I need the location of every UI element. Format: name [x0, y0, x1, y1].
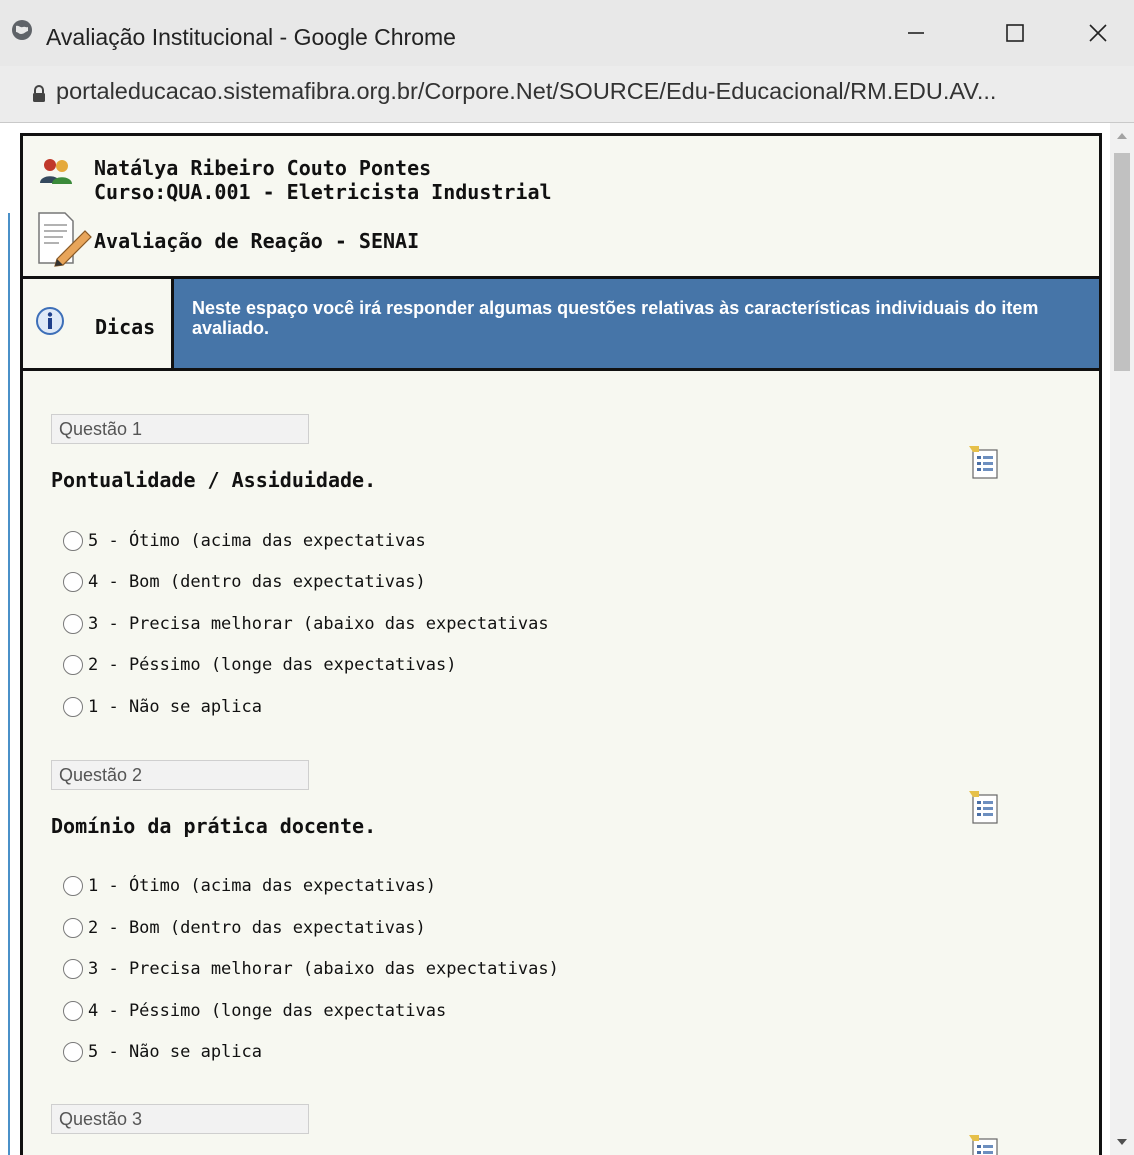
- scroll-down-button[interactable]: [1110, 1129, 1134, 1155]
- scroll-up-button[interactable]: [1110, 123, 1134, 149]
- chevron-down-icon: [1117, 1139, 1127, 1145]
- student-name: Natálya Ribeiro Couto Pontes: [94, 156, 432, 180]
- page-viewport: Natálya Ribeiro Couto Pontes Curso:QUA.0…: [0, 123, 1134, 1155]
- maximize-button[interactable]: [985, 12, 1045, 54]
- question-2-title: Domínio da prática docente.: [51, 814, 377, 838]
- question-list-icon[interactable]: [967, 1133, 1003, 1155]
- form-header: Natálya Ribeiro Couto Pontes Curso:QUA.0…: [23, 136, 1099, 279]
- option-label: 3 - Precisa melhorar (abaixo das expecta…: [88, 959, 559, 979]
- question-2-option-3[interactable]: 3 - Precisa melhorar (abaixo das expecta…: [63, 959, 559, 979]
- browser-titlebar: Avaliação Institucional - Google Chrome: [0, 0, 1134, 66]
- minimize-icon: [908, 32, 924, 34]
- minimize-button[interactable]: [886, 12, 946, 54]
- radio-button[interactable]: [63, 1042, 83, 1062]
- tips-label-cell: Dicas: [23, 279, 174, 368]
- users-icon: [40, 159, 72, 184]
- url-text[interactable]: portaleducacao.sistemafibra.org.br/Corpo…: [56, 78, 996, 105]
- option-label: 5 - Não se aplica: [88, 1042, 262, 1062]
- radio-button[interactable]: [63, 918, 83, 938]
- address-bar[interactable]: portaleducacao.sistemafibra.org.br/Corpo…: [0, 66, 1134, 123]
- question-list-icon[interactable]: [967, 789, 1003, 827]
- question-1-option-4[interactable]: 2 - Péssimo (longe das expectativas): [63, 655, 456, 675]
- tips-label: Dicas: [95, 315, 156, 339]
- left-edge-line: [8, 213, 10, 1155]
- question-list-icon[interactable]: [967, 444, 1003, 482]
- question-2-option-5[interactable]: 5 - Não se aplica: [63, 1042, 262, 1062]
- question-2-option-2[interactable]: 2 - Bom (dentro das expectativas): [63, 918, 426, 938]
- question-1-title: Pontualidade / Assiduidade.: [51, 468, 377, 492]
- question-1-option-3[interactable]: 3 - Precisa melhorar (abaixo das expecta…: [63, 614, 549, 634]
- question-2-label: Questão 2: [51, 760, 309, 790]
- radio-button[interactable]: [63, 1001, 83, 1021]
- radio-button[interactable]: [63, 876, 83, 896]
- option-label: 2 - Bom (dentro das expectativas): [88, 918, 426, 938]
- close-icon: [1089, 24, 1107, 42]
- option-label: 5 - Ótimo (acima das expectativas: [88, 531, 426, 551]
- window-title: Avaliação Institucional - Google Chrome: [46, 24, 456, 50]
- radio-button[interactable]: [63, 572, 83, 592]
- option-label: 1 - Ótimo (acima das expectativas): [88, 876, 436, 896]
- close-button[interactable]: [1068, 12, 1128, 54]
- option-label: 3 - Precisa melhorar (abaixo das expecta…: [88, 614, 549, 634]
- student-info: Natálya Ribeiro Couto Pontes Curso:QUA.0…: [94, 156, 552, 204]
- radio-button[interactable]: [63, 655, 83, 675]
- option-label: 2 - Péssimo (longe das expectativas): [88, 655, 457, 675]
- question-1-option-1[interactable]: 5 - Ótimo (acima das expectativas: [63, 531, 426, 551]
- question-3-label: Questão 3: [51, 1104, 309, 1134]
- radio-button[interactable]: [63, 531, 83, 551]
- evaluation-title: Avaliação de Reação - SENAI: [94, 229, 420, 253]
- lock-icon: [33, 85, 45, 102]
- question-2-option-4[interactable]: 4 - Péssimo (longe das expectativas: [63, 1001, 446, 1021]
- course-name: Curso:QUA.001 - Eletricista Industrial: [94, 180, 552, 204]
- maximize-icon: [1006, 24, 1024, 42]
- scrollbar-thumb[interactable]: [1114, 153, 1130, 371]
- option-label: 4 - Bom (dentro das expectativas): [88, 572, 426, 592]
- radio-button[interactable]: [63, 614, 83, 634]
- question-2-option-1[interactable]: 1 - Ótimo (acima das expectativas): [63, 876, 436, 896]
- radio-button[interactable]: [63, 959, 83, 979]
- question-1-option-2[interactable]: 4 - Bom (dentro das expectativas): [63, 572, 426, 592]
- radio-button[interactable]: [63, 697, 83, 717]
- info-icon: [36, 307, 64, 335]
- evaluation-form: Natálya Ribeiro Couto Pontes Curso:QUA.0…: [20, 133, 1102, 1155]
- option-label: 4 - Péssimo (longe das expectativas: [88, 1001, 447, 1021]
- option-label: 1 - Não se aplica: [88, 697, 262, 717]
- globe-icon: [12, 20, 32, 40]
- chevron-up-icon: [1117, 133, 1127, 139]
- tips-text: Neste espaço você irá responder algumas …: [174, 279, 1099, 368]
- question-1-label: Questão 1: [51, 414, 309, 444]
- document-edit-icon: [38, 212, 92, 267]
- vertical-scrollbar[interactable]: [1110, 123, 1134, 1155]
- tips-bar: Dicas Neste espaço você irá responder al…: [23, 279, 1099, 371]
- question-1-option-5[interactable]: 1 - Não se aplica: [63, 697, 262, 717]
